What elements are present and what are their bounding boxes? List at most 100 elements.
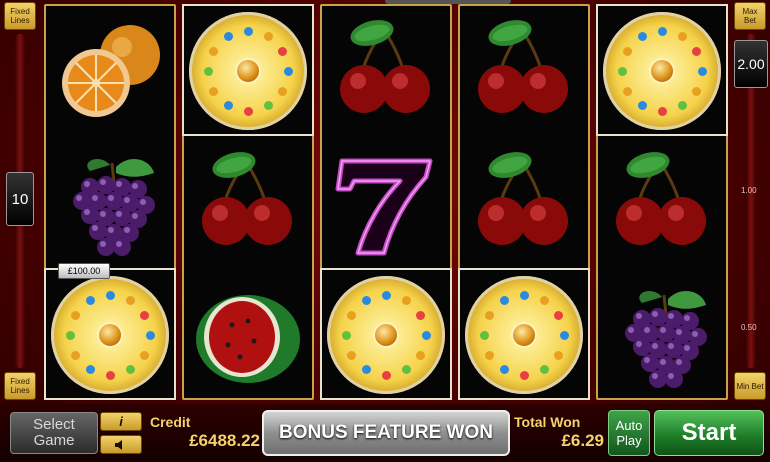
wheel-gem [554,310,564,320]
bonus-wheel-icon [465,276,583,394]
wheel-gem [203,66,213,76]
lines-selector[interactable]: 10 [6,172,34,226]
bet-slider-handle[interactable]: 2.00 [734,40,768,88]
wheel-gem [421,330,431,340]
select-game-button[interactable]: Select Game [10,412,98,454]
seven-icon [335,158,433,256]
total-won-label: Total Won [514,414,581,430]
min-bet-label: Min Bet [736,381,764,391]
reel-1 [44,4,176,400]
wheel-gem [677,101,687,111]
fixed-lines-top-button[interactable]: Fixed Lines [4,2,36,30]
cherries-icon [478,20,568,113]
reel-cell [46,6,174,136]
wheel-gem [554,350,564,360]
bet-value: 2.00 [737,56,765,72]
message-text: BONUS FEATURE WON [279,422,493,443]
wheel-gem [637,31,647,41]
reel-cell [184,270,312,400]
wheel-gem [125,365,135,375]
reel-cell [182,4,314,136]
wheel-gem [484,350,494,360]
credit-value: £6488.22 [189,431,260,450]
info-icon: i [119,414,123,429]
wheel-gem [346,350,356,360]
wheel-gem [499,365,509,375]
reel-cell [458,268,590,400]
wheel-gem [401,295,411,305]
reel-2 [182,4,314,400]
wheel-gem [697,66,707,76]
select-game-label: Select Game [33,416,75,449]
wheel-gem [70,350,80,360]
reel-cell [46,138,174,268]
wheel-gem [263,101,273,111]
watermelon-icon [196,295,300,383]
info-button[interactable]: i [100,412,142,431]
fixed-lines-bottom-button[interactable]: Fixed Lines [4,372,36,400]
wheel-gem [125,295,135,305]
wheel-gem [341,330,351,340]
wheel-gem [208,86,218,96]
wheel-gem [416,310,426,320]
wheel-gem [346,310,356,320]
wheel-gem [70,310,80,320]
wheel-gem [278,46,288,56]
reel-cell [598,138,726,268]
fixed-lines-bottom-label: Fixed Lines [10,377,30,395]
wheel-gem [657,106,667,116]
auto-play-label: Auto Play [615,418,643,448]
start-button[interactable]: Start [654,410,764,456]
bonus-wheel-icon [51,276,169,394]
bonus-wheel-icon [189,12,307,130]
cherries-icon [616,152,706,245]
total-won-value: £6.29 [561,431,604,450]
sound-button[interactable] [100,435,142,454]
max-bet-button[interactable]: Max Bet [734,2,766,30]
bet-scale-tick-1: 1.00 [741,186,757,195]
wheel-gem [361,365,371,375]
reel-cell [598,270,726,400]
wheel-gem [243,106,253,116]
message-box: BONUS FEATURE WON [262,410,510,456]
grapes-icon [625,290,707,388]
reel-cell [44,268,176,400]
wheel-hub [97,322,123,348]
wheel-gem [637,101,647,111]
prize-tag-value: £100.00 [67,266,101,276]
reel-cell [322,138,450,268]
orange-icon [62,25,160,117]
reel-cell [322,6,450,136]
wheel-hub [511,322,537,348]
reel-cell [596,4,728,136]
start-label: Start [681,419,737,446]
wheel-gem [401,365,411,375]
credit-label: Credit [150,414,191,430]
auto-play-button[interactable]: Auto Play [608,410,650,456]
wheel-hub [649,58,675,84]
wheel-gem [243,26,253,36]
speaker-icon [115,439,122,450]
wheel-gem [85,295,95,305]
wheel-gem [622,86,632,96]
reel-cell [460,138,588,268]
bonus-wheel-icon [327,276,445,394]
wheel-gem [381,370,391,380]
reel-4 [458,4,590,400]
wheel-gem [223,31,233,41]
wheel-gem [381,290,391,300]
wheel-gem [519,370,529,380]
wheel-gem [617,66,627,76]
cherries-icon [340,20,430,113]
wheel-gem [223,101,233,111]
wheel-gem [559,330,569,340]
max-bet-label: Max Bet [742,7,758,25]
wheel-gem [499,295,509,305]
reel-cell [320,268,452,400]
wheel-gem [416,350,426,360]
lines-value: 10 [11,190,29,208]
wheel-gem [519,290,529,300]
wheel-gem [677,31,687,41]
min-bet-button[interactable]: Min Bet [734,372,766,400]
wheel-gem [692,46,702,56]
